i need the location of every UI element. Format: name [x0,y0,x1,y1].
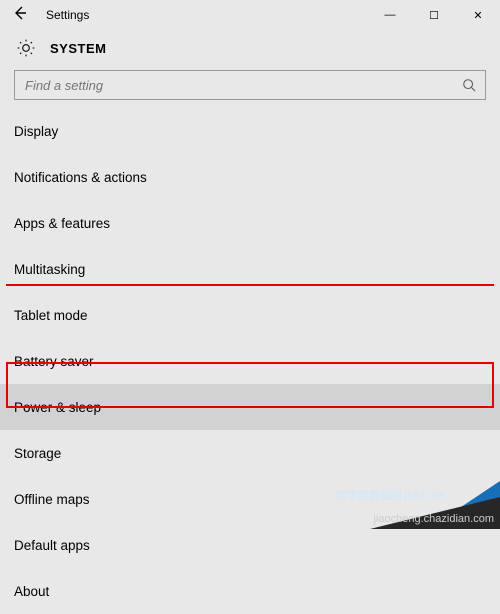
back-button[interactable] [0,5,40,26]
settings-item-label: Default apps [14,538,90,553]
window-controls: — ☐ ✕ [368,0,500,30]
gear-icon [14,36,38,60]
watermark-text-1: 查字典教程网 jb51.net [336,487,444,503]
window-title: Settings [40,8,89,22]
settings-item-apps-features[interactable]: Apps & features [0,200,500,246]
titlebar: Settings — ☐ ✕ [0,0,500,30]
settings-item-label: Offline maps [14,492,90,507]
watermark: 查字典教程网 jb51.net jiaocheng.chazidian.com [310,467,500,529]
page-header: SYSTEM [0,30,500,70]
close-button[interactable]: ✕ [456,0,500,30]
settings-item-battery-saver[interactable]: Battery saver [0,338,500,384]
search-input[interactable] [23,77,461,94]
settings-item-label: Apps & features [14,216,110,231]
settings-item-multitasking[interactable]: Multitasking [0,246,500,292]
settings-item-notifications-actions[interactable]: Notifications & actions [0,154,500,200]
search-wrap [0,70,500,106]
settings-item-label: Tablet mode [14,308,88,323]
settings-item-label: Notifications & actions [14,170,147,185]
settings-list: Display Notifications & actions Apps & fea… [0,106,500,614]
page-title: SYSTEM [38,41,106,56]
settings-item-label: Display [14,124,58,139]
watermark-text-2: jiaocheng.chazidian.com [374,513,494,525]
settings-item-power-sleep[interactable]: Power & sleep [0,384,500,430]
settings-item-label: Storage [14,446,61,461]
arrow-left-icon [12,5,28,21]
maximize-button[interactable]: ☐ [412,0,456,30]
search-icon [461,77,477,93]
settings-item-display[interactable]: Display [0,108,500,154]
settings-item-about[interactable]: About [0,568,500,614]
settings-item-label: Battery saver [14,354,94,369]
settings-item-tablet-mode[interactable]: Tablet mode [0,292,500,338]
settings-item-label: Power & sleep [14,400,101,415]
search-box[interactable] [14,70,486,100]
settings-item-label: About [14,584,49,599]
settings-item-label: Multitasking [14,262,85,277]
minimize-button[interactable]: — [368,0,412,30]
